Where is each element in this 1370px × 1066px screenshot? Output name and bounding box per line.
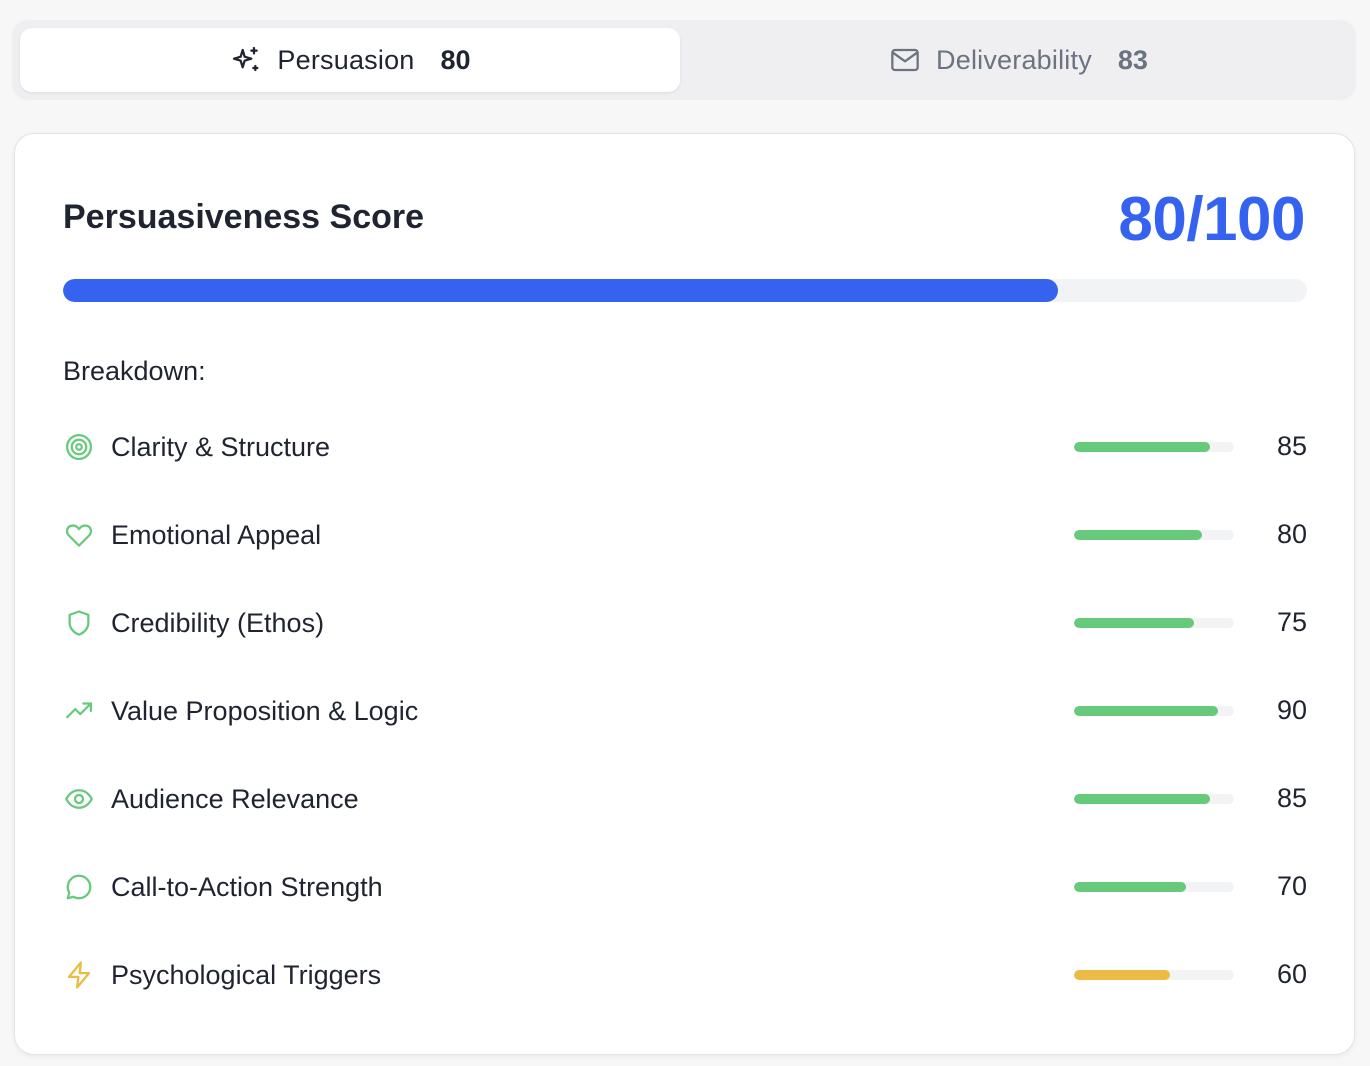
tab-deliverability[interactable]: Deliverability 83 (688, 28, 1348, 92)
breakdown-progress-bar (1074, 794, 1234, 804)
breakdown-row: Audience Relevance 85 (63, 755, 1307, 843)
breakdown-row: Value Proposition & Logic 90 (63, 667, 1307, 755)
breakdown-progress-bar (1074, 442, 1234, 452)
zap-icon (63, 959, 95, 991)
overall-progress-bar (63, 279, 1307, 302)
breakdown-label: Call-to-Action Strength (111, 871, 383, 902)
overall-progress-fill (63, 279, 1059, 302)
trending-up-icon (63, 695, 95, 727)
breakdown-row: Emotional Appeal 80 (63, 491, 1307, 579)
persuasiveness-card: Persuasiveness Score 80/100 Breakdown: C… (14, 133, 1355, 1055)
breakdown-progress-bar (1074, 706, 1234, 716)
breakdown-list: Clarity & Structure 85 Emotional Appeal 80 C… (63, 403, 1307, 1019)
breakdown-score: 85 (1276, 783, 1307, 813)
sparkles-icon (229, 43, 263, 77)
breakdown-progress-fill (1074, 530, 1202, 540)
breakdown-row: Credibility (Ethos) 75 (63, 579, 1307, 667)
mail-icon (888, 43, 922, 77)
breakdown-label: Credibility (Ethos) (111, 607, 325, 638)
breakdown-progress-bar (1074, 618, 1234, 628)
breakdown-heading: Breakdown: (63, 356, 206, 386)
tab-score: 83 (1117, 44, 1148, 75)
breakdown-row: Psychological Triggers 60 (63, 931, 1307, 1019)
breakdown-score: 75 (1276, 607, 1307, 637)
breakdown-row: Call-to-Action Strength 70 (63, 843, 1307, 931)
breakdown-progress-fill (1074, 794, 1210, 804)
breakdown-score: 70 (1276, 871, 1307, 901)
breakdown-progress-fill (1074, 882, 1186, 892)
breakdown-progress-bar (1074, 882, 1234, 892)
tab-score: 80 (440, 44, 471, 75)
breakdown-label: Clarity & Structure (111, 431, 331, 462)
breakdown-row: Clarity & Structure 85 (63, 403, 1307, 491)
score-tabs: Persuasion 80 Deliverability 83 (12, 20, 1356, 100)
breakdown-label: Psychological Triggers (111, 959, 382, 990)
breakdown-score: 60 (1276, 959, 1307, 989)
breakdown-score: 80 (1276, 519, 1307, 549)
overall-score: 80/100 (1118, 185, 1305, 254)
breakdown-label: Value Proposition & Logic (111, 695, 419, 726)
shield-icon (63, 607, 95, 639)
breakdown-progress-fill (1074, 618, 1194, 628)
target-icon (63, 431, 95, 463)
breakdown-label: Emotional Appeal (111, 519, 322, 550)
breakdown-score: 85 (1276, 431, 1307, 461)
breakdown-label: Audience Relevance (111, 783, 359, 814)
breakdown-score: 90 (1276, 695, 1307, 725)
eye-icon (63, 783, 95, 815)
message-circle-icon (63, 871, 95, 903)
breakdown-progress-bar (1074, 970, 1234, 980)
breakdown-progress-fill (1074, 706, 1218, 716)
breakdown-progress-fill (1074, 442, 1210, 452)
breakdown-progress-fill (1074, 970, 1170, 980)
breakdown-progress-bar (1074, 530, 1234, 540)
tab-persuasion[interactable]: Persuasion 80 (20, 28, 680, 92)
tab-label: Persuasion (277, 44, 415, 75)
heart-icon (63, 519, 95, 551)
tab-label: Deliverability (936, 44, 1092, 75)
card-title: Persuasiveness Score (63, 198, 425, 236)
